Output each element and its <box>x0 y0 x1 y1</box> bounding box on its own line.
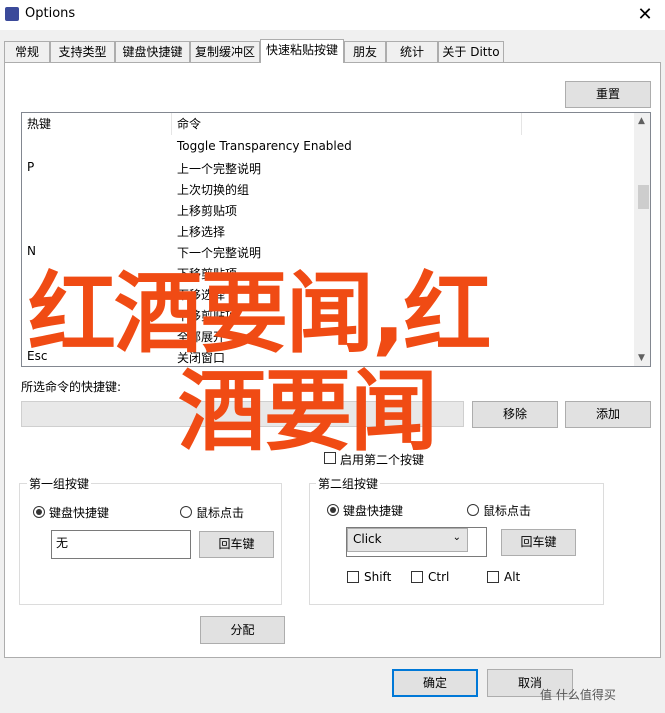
group1-hotkey-input[interactable]: 无 <box>51 530 191 559</box>
second-key-group-title: 第二组按键 <box>316 475 381 492</box>
scroll-up-icon[interactable]: ▲ <box>638 116 645 126</box>
shift-checkbox[interactable] <box>347 571 359 583</box>
app-icon <box>5 7 19 21</box>
window-title: Options <box>25 6 76 21</box>
shortcut-label: 所选命令的快捷键: <box>21 380 122 394</box>
group1-keyboard-radio[interactable] <box>33 506 45 518</box>
ctrl-label: Ctrl <box>428 570 450 584</box>
tab-keyboard-shortcuts[interactable]: 键盘快捷键 <box>115 41 190 62</box>
list-item[interactable]: 上移选择 <box>22 220 634 241</box>
watermark-line-2: 酒要闻 <box>178 360 438 463</box>
group1-keyboard-label: 键盘快捷键 <box>49 506 110 520</box>
remove-button[interactable]: 移除 <box>472 401 558 428</box>
ok-button[interactable]: 确定 <box>392 669 478 697</box>
command-cell: 上次切换的组 <box>177 183 250 197</box>
list-item[interactable]: 上移剪贴项 <box>22 199 634 220</box>
reset-button[interactable]: 重置 <box>565 81 651 108</box>
alt-label: Alt <box>504 570 521 584</box>
list-item[interactable]: Toggle Transparency Enabled <box>22 136 634 157</box>
add-button[interactable]: 添加 <box>565 401 651 428</box>
footer-watermark: 值 什么值得买 <box>540 688 616 702</box>
group2-keyboard-radio[interactable] <box>327 504 339 516</box>
group1-mouse-label: 鼠标点击 <box>196 506 245 520</box>
title-bar: Options ✕ <box>0 0 665 30</box>
tab-about[interactable]: 关于 Ditto <box>438 41 504 62</box>
list-item[interactable]: N 下一个完整说明 <box>22 241 634 262</box>
hotkey-cell: N <box>27 244 36 258</box>
column-header-command[interactable]: 命令 <box>172 113 522 135</box>
hotkey-cell: P <box>27 160 35 174</box>
column-header-hotkey[interactable]: 热键 <box>22 113 172 135</box>
watermark-line-1: 红酒要闻,红 <box>28 262 491 365</box>
scrollbar-thumb[interactable] <box>638 185 649 209</box>
group2-key-select-value: Click <box>353 532 382 546</box>
command-cell: 下一个完整说明 <box>177 246 262 260</box>
tab-quick-paste-keys[interactable]: 快速粘贴按键 <box>260 39 344 63</box>
list-item[interactable]: P 上一个完整说明 <box>22 157 634 178</box>
vertical-scrollbar[interactable] <box>634 113 650 366</box>
ctrl-checkbox[interactable] <box>411 571 423 583</box>
list-item[interactable]: 上次切换的组 <box>22 178 634 199</box>
group1-mouse-radio[interactable] <box>180 506 192 518</box>
group2-enter-button[interactable]: 回车键 <box>501 529 576 556</box>
close-icon[interactable]: ✕ <box>630 2 660 28</box>
chevron-down-icon: ⌄ <box>452 532 461 543</box>
tab-copy-buffers[interactable]: 复制缓冲区 <box>190 41 260 62</box>
command-cell: 上移剪贴项 <box>177 204 238 218</box>
tab-supported-types[interactable]: 支持类型 <box>50 41 115 62</box>
alt-checkbox[interactable] <box>487 571 499 583</box>
command-cell: 上移选择 <box>177 225 226 239</box>
group2-keyboard-label: 键盘快捷键 <box>343 504 404 518</box>
command-cell: 上一个完整说明 <box>177 162 262 176</box>
group2-mouse-label: 鼠标点击 <box>483 504 532 518</box>
assign-button[interactable]: 分配 <box>200 616 285 644</box>
shift-label: Shift <box>364 570 392 584</box>
tab-general[interactable]: 常规 <box>4 41 50 62</box>
group2-mouse-radio[interactable] <box>467 504 479 516</box>
group1-enter-button[interactable]: 回车键 <box>199 531 274 558</box>
tab-friends[interactable]: 朋友 <box>344 41 386 62</box>
command-cell: Toggle Transparency Enabled <box>177 139 352 153</box>
scroll-down-icon[interactable]: ▼ <box>638 353 645 363</box>
tab-stats[interactable]: 统计 <box>386 41 438 62</box>
group2-key-select[interactable]: Click ⌄ <box>347 528 468 552</box>
first-key-group-title: 第一组按键 <box>27 475 92 492</box>
